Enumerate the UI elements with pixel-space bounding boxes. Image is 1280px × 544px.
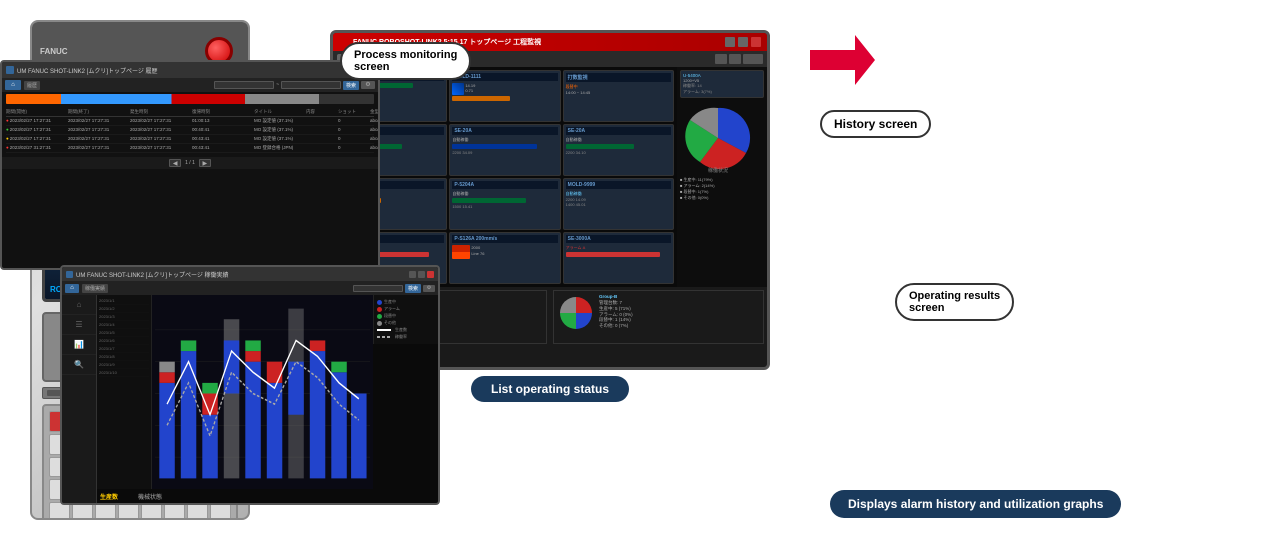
table-row: 2023/02/27 17:27:31 2023/02/27 17:27:31 … — [6, 126, 374, 135]
x-label-machine: 機械状態 — [138, 492, 162, 501]
maximize-button[interactable] — [738, 37, 748, 47]
col-start: 期間(開始) — [6, 109, 66, 115]
mold-cell-11: P-S126A 200mm/s 2000Line 76 — [449, 232, 560, 284]
legend-dot-changeover — [377, 314, 382, 319]
close-button[interactable] — [751, 37, 761, 47]
hist-gear-icon[interactable]: ⚙ — [361, 81, 375, 89]
process-monitoring-label: Process monitoring screen — [340, 42, 471, 80]
history-screen-label: History screen — [820, 110, 931, 138]
mold-cell-3: 打数監視 段替中 14:00 ~ 14:45 — [563, 70, 674, 122]
operating-title-text: UM FANUC SHOT-LINK2 [ムクリ]トップページ 稼働実績 — [76, 270, 229, 279]
history-titlebar: UM FANUC SHOT-LINK2 [ムクリ]トップページ 履歴 — [2, 62, 378, 78]
minimize-button[interactable] — [725, 37, 735, 47]
history-table: 期間(開始) 期間(終了) 発生時刻 復帰時刻 タイトル 内容 ショット 金型フ… — [2, 106, 378, 155]
machine-brand-label: FANUC — [40, 47, 68, 56]
mold-cell-2: MOLD-1111 14.190.71 — [449, 70, 560, 122]
hist-home-icon[interactable]: ⌂ — [5, 80, 21, 90]
group-b-info: Group-B 管理台数: 7 生産中: 5 (71%) アラーム: 0 (0%… — [599, 294, 760, 329]
col-return: 復帰時刻 — [192, 109, 252, 115]
op-left-panel: ⌂ ☰ 📊 🔍 — [62, 295, 97, 505]
legend-production: 生産中 — [377, 299, 435, 305]
hist-logo-icon — [6, 66, 14, 74]
legend-line-utilization — [377, 336, 391, 338]
op-home-icon[interactable]: ⌂ — [65, 284, 79, 293]
page-next-btn[interactable]: ▶ — [199, 159, 211, 167]
op-icon-chart[interactable]: 📊 — [62, 335, 96, 355]
legend-utilization: 稼働率 — [377, 334, 435, 340]
col-end: 期間(終了) — [68, 109, 128, 115]
op-date-input[interactable] — [353, 285, 403, 292]
operating-titlebar: UM FANUC SHOT-LINK2 [ムクリ]トップページ 稼働実績 — [62, 267, 438, 281]
op-search-btn[interactable]: 検索 — [405, 284, 421, 293]
page-indicator: 1 / 1 — [185, 160, 195, 166]
op-icon-search[interactable]: 🔍 — [62, 355, 96, 375]
hist-search-button[interactable]: 検索 — [343, 81, 359, 90]
op-x-axis: 生産数 機械状態 — [97, 489, 373, 503]
history-timeline-bar — [6, 94, 374, 104]
mold-cell-6: SE-20A 自動稼働 2200 34.10 — [563, 124, 674, 176]
history-table-header: 期間(開始) 期間(終了) 発生時刻 復帰時刻 タイトル 内容 ショット 金型フ… — [6, 108, 374, 117]
right-panel: U-5400A 1200+V5 稼働率: 14 アラーム: 3(7%) 稼働状況 — [677, 67, 767, 287]
mold-cell-8: P-5204A 自動稼働 1500 15.41 — [449, 178, 560, 230]
fanuc-logo-icon — [339, 38, 347, 46]
monitor-window-controls — [725, 37, 761, 47]
op-icon-home[interactable]: ⌂ — [62, 295, 96, 315]
toolbar-icon-2[interactable] — [729, 54, 741, 64]
displays-alarm-label: Displays alarm history and utilization g… — [830, 490, 1121, 518]
mold-cell-9: MOLD-9999 自動稼働 2200 14.091400 45.01 — [563, 178, 674, 230]
op-logo-icon — [66, 271, 73, 278]
page-prev-btn[interactable]: ◀ — [169, 159, 181, 167]
legend-dot-alarm — [377, 307, 382, 312]
op-icon-list[interactable]: ☰ — [62, 315, 96, 335]
group-b-pie — [557, 294, 595, 332]
legend-line-count — [377, 329, 391, 331]
op-chart-container: 2023/1/1 2023/1/2 2023/1/3 2023/1/4 2023… — [97, 295, 373, 503]
hist-date-input-start[interactable] — [214, 81, 274, 89]
mold-cell-12: SE-3000A アラーム A — [563, 232, 674, 284]
col-operator: 金型ファイル名称 — [370, 109, 380, 115]
history-screen: UM FANUC SHOT-LINK2 [ムクリ]トップページ 履歴 ⌂ 履歴 … — [0, 60, 380, 270]
legend-other: その他 — [377, 320, 435, 326]
table-row: 2023/02/27 17:27:31 2023/02/27 17:27:31 … — [6, 135, 374, 144]
col-shot: ショット — [338, 109, 368, 115]
col-title: タイトル — [254, 109, 304, 115]
operating-results-label: Operating results screen — [895, 283, 1014, 321]
history-title-text: UM FANUC SHOT-LINK2 [ムクリ]トップページ 履歴 — [17, 66, 158, 75]
toolbar-search[interactable] — [743, 54, 763, 64]
operating-toolbar: ⌂ 稼働実績 検索 ⚙ — [62, 281, 438, 295]
legend-alarm: アラーム — [377, 306, 435, 312]
hist-date-input-end[interactable] — [281, 81, 341, 89]
mold-cell-5: SE-20A 自動稼働 2200 34.09 — [449, 124, 560, 176]
hist-tab-active[interactable]: 履歴 — [24, 81, 40, 90]
op-settings-icon[interactable]: ⚙ — [423, 285, 435, 292]
op-bar-chart — [152, 295, 373, 489]
toolbar-icon-1[interactable] — [715, 54, 727, 64]
op-max-btn[interactable] — [418, 271, 425, 278]
svg-text:稼働状況: 稼働状況 — [708, 167, 728, 174]
op-min-btn[interactable] — [409, 271, 416, 278]
legend-dot-other — [377, 321, 382, 326]
mold-grid: MOLD-7777 生産中 2000 / 0.79% MOLD-1111 14.… — [333, 67, 677, 287]
op-chart-svg — [155, 298, 370, 489]
table-row: 2023/02/27 17:27:31 2023/02/27 17:27:31 … — [6, 117, 374, 126]
table-row: 2023/02/27 31:27:31 2023/02/27 17:27:31 … — [6, 144, 374, 153]
operating-results-screen: UM FANUC SHOT-LINK2 [ムクリ]トップページ 稼働実績 ⌂ 稼… — [60, 265, 440, 505]
legend-changeover: 段替中 — [377, 313, 435, 319]
displays-alarm-label-container: Displays alarm history and utilization g… — [830, 490, 1121, 518]
pie-chart: 稼働状況 — [680, 100, 760, 175]
op-close-btn[interactable] — [427, 271, 434, 278]
history-toolbar: ⌂ 履歴 ~ 検索 ⚙ — [2, 78, 378, 92]
col-content: 内容 — [306, 109, 336, 115]
op-date-list: 2023/1/1 2023/1/2 2023/1/3 2023/1/4 2023… — [97, 295, 152, 489]
group-b-box: Group-B 管理台数: 7 生産中: 5 (71%) アラーム: 0 (0%… — [553, 290, 764, 344]
legend-count: 生産数 — [377, 327, 435, 333]
op-legend-panel: 生産中 アラーム 段替中 その他 生産数 稼働率 — [373, 295, 438, 344]
col-occur: 発生時刻 — [130, 109, 190, 115]
x-label-production: 生産数 — [100, 492, 118, 501]
op-tab-active[interactable]: 稼働実績 — [82, 284, 108, 293]
large-red-arrow-icon — [800, 30, 880, 115]
legend-dot-production — [377, 300, 382, 305]
